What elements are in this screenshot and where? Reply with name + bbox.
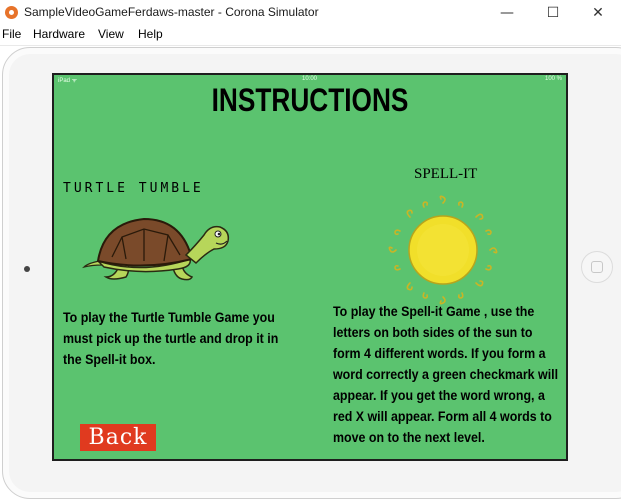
- instructions-heading: INSTRUCTIONS: [211, 82, 409, 118]
- minimize-button[interactable]: —: [484, 0, 530, 26]
- spell-it-title: SPELL-IT: [414, 166, 478, 182]
- back-button[interactable]: Back: [80, 424, 156, 451]
- sun-image: [388, 195, 498, 305]
- status-battery: 100 %: [544, 76, 562, 82]
- home-button[interactable]: [581, 251, 613, 283]
- status-carrier: iPad ᯤ: [58, 78, 78, 84]
- camera-dot: [24, 266, 30, 272]
- turtle-image: [82, 217, 230, 281]
- spell-it-instructions: To play the Spell-it Game , use the lett…: [333, 304, 559, 445]
- menu-view[interactable]: View: [98, 27, 124, 41]
- corona-app-icon: [5, 6, 18, 19]
- turtle-tumble-instructions: To play the Turtle Tumble Game you must …: [63, 310, 279, 367]
- menu-file[interactable]: File: [2, 27, 21, 41]
- menu-hardware[interactable]: Hardware: [33, 27, 85, 41]
- close-button[interactable]: ✕: [575, 0, 621, 26]
- menu-help[interactable]: Help: [138, 27, 163, 41]
- menu-bar: File Hardware View Help: [0, 26, 621, 46]
- window-title: SampleVideoGameFerdaws-master - Corona S…: [24, 5, 319, 19]
- turtle-tumble-title: TURTLE TUMBLE: [63, 181, 204, 196]
- maximize-button[interactable]: ☐: [530, 0, 576, 26]
- title-bar: SampleVideoGameFerdaws-master - Corona S…: [0, 0, 621, 26]
- game-screen: iPad ᯤ 10:00 100 % INSTRUCTIONS TURTLE T…: [52, 73, 568, 461]
